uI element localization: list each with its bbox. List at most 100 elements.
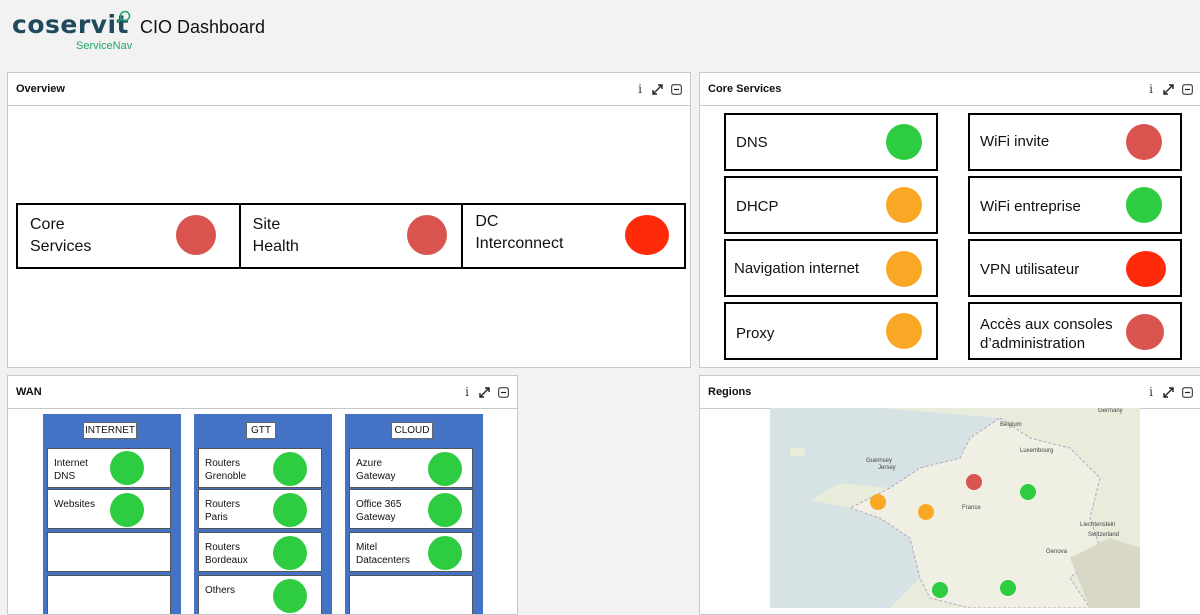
panel-header: Overview i [8,73,690,106]
info-icon[interactable]: i [636,82,644,96]
wan-panel: WAN i INTERNET Internet DNS Websites GTT… [7,375,518,615]
wan-item[interactable]: Routers Bordeaux [198,532,322,572]
expand-icon[interactable] [479,386,490,398]
status-indicator [1126,124,1162,160]
overview-item-label: DC Interconnect [475,213,564,252]
service-tile-dhcp[interactable]: DHCP [724,176,938,234]
logo-wordmark: coservit [12,10,129,39]
core-services-panel: Core Services i DNS DHCP Navigation inte… [699,72,1200,368]
overview-panel: Overview i Core Services Site Health DC … [7,72,691,368]
map-label: Germany [1098,408,1123,414]
panel-toolbar: i [636,81,682,97]
overview-status-row: Core Services Site Health DC Interconnec… [16,203,686,269]
region-marker[interactable] [1020,484,1036,500]
panel-header: WAN i [8,376,517,409]
panel-header: Regions i [700,376,1200,409]
service-label: Proxy [736,325,775,342]
service-label: Accès aux consoles d’administration [980,316,1113,352]
wan-item-label: Websites [54,499,95,510]
status-indicator [886,124,922,160]
panel-title: WAN [16,386,42,398]
wan-item[interactable]: Routers Grenoble [198,448,322,488]
status-indicator [1126,314,1164,350]
overview-item-core-services[interactable]: Core Services [18,205,241,267]
expand-icon[interactable] [1163,386,1174,398]
wan-item-label: Mitel Datacenters [356,542,410,566]
service-label: WiFi entreprise [980,198,1081,215]
wan-item[interactable]: Internet DNS [47,448,171,488]
logo-mark-icon [116,10,131,24]
wan-item-label: Others [205,585,236,596]
info-icon[interactable]: i [463,385,471,399]
status-indicator [273,452,307,486]
service-label: Navigation internet [734,260,860,277]
panel-toolbar: i [463,384,509,400]
overview-item-label: Core Services [30,216,92,255]
expand-icon[interactable] [652,83,663,95]
service-label: VPN utilisateur [980,261,1080,278]
panel-toolbar: i [1147,81,1193,97]
service-tile-proxy[interactable]: Proxy [724,302,938,360]
service-tile-wifi-invite[interactable]: WiFi invite [968,113,1182,171]
panel-title: Regions [708,386,752,398]
panel-header: Core Services i [700,73,1200,106]
overview-item-dc-interconnect[interactable]: DC Interconnect [463,205,684,267]
map-label: Jersey [878,465,896,471]
collapse-icon[interactable] [498,386,509,398]
wan-item-label: Routers Grenoble [205,458,247,482]
wan-item[interactable]: Azure Gateway [349,448,473,488]
wan-item[interactable]: Office 365 Gateway [349,489,473,529]
status-indicator [428,493,462,527]
overview-item-site-health[interactable]: Site Health [241,205,464,267]
service-tile-wifi-entreprise[interactable]: WiFi entreprise [968,176,1182,234]
info-icon[interactable]: i [1147,385,1155,399]
wan-item[interactable]: Mitel Datacenters [349,532,473,572]
region-marker[interactable] [870,494,886,510]
map-label: Switzerland [1088,532,1120,538]
map-label: Liechtenstein [1080,522,1116,528]
page-title: CIO Dashboard [140,17,266,37]
region-marker[interactable] [966,474,982,490]
panel-title: Core Services [708,83,782,95]
collapse-icon[interactable] [1182,83,1193,95]
status-indicator [273,493,307,527]
service-tile-vpn-utilisateur[interactable]: VPN utilisateur [968,239,1182,297]
regions-map[interactable]: Germany Belgium Luxembourg Guernsey Jers… [770,408,1140,608]
wan-column-heading: GTT [246,422,276,439]
coservit-logo[interactable]: coservit ServiceNav [12,10,132,54]
wan-column-cloud: CLOUD Azure Gateway Office 365 Gateway M… [345,414,483,614]
wan-item[interactable]: Websites [47,489,171,529]
map-background [770,408,1140,608]
collapse-icon[interactable] [671,83,682,95]
wan-item-label: Office 365 Gateway [356,499,402,523]
wan-column-gtt: GTT Routers Grenoble Routers Paris Route… [194,414,332,614]
wan-item-empty [47,532,171,572]
service-tile-dns[interactable]: DNS [724,113,938,171]
map-label: Luxembourg [1020,448,1054,454]
panel-toolbar: i [1147,384,1193,400]
status-indicator [886,313,922,349]
status-indicator [428,536,462,570]
wan-column-internet: INTERNET Internet DNS Websites [43,414,181,614]
status-indicator [886,187,922,223]
region-marker[interactable] [1000,580,1016,596]
status-indicator [1126,251,1166,287]
region-marker[interactable] [918,504,934,520]
collapse-icon[interactable] [1182,386,1193,398]
wan-column-heading: CLOUD [391,422,433,439]
region-marker[interactable] [932,582,948,598]
app-header: coservit ServiceNav CIO Dashboard [0,0,1200,62]
status-indicator [273,579,307,613]
wan-item-label: Internet DNS [54,458,88,482]
info-icon[interactable]: i [1147,82,1155,96]
status-indicator [406,215,447,255]
status-indicator [176,215,216,255]
wan-item[interactable]: Routers Paris [198,489,322,529]
wan-item-empty [349,575,473,614]
overview-item-label: Site Health [252,216,299,255]
service-tile-navigation-internet[interactable]: Navigation internet [724,239,938,297]
expand-icon[interactable] [1163,83,1174,95]
status-indicator [110,493,144,527]
wan-item[interactable]: Others [198,575,322,614]
service-tile-acces-consoles[interactable]: Accès aux consoles d’administration [968,302,1182,360]
